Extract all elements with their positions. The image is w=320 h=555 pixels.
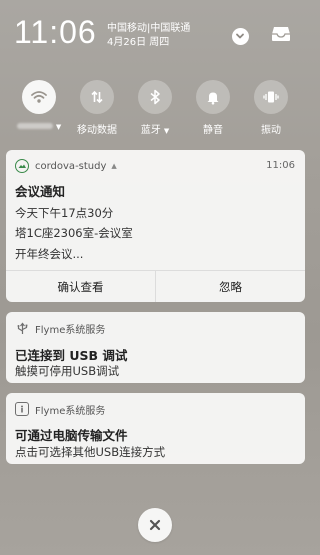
notification-title: 会议通知 [15, 184, 66, 199]
status-header: 11:06 中国移动|中国联通 4月26日 周四 [0, 0, 310, 75]
bell-icon [196, 80, 230, 114]
notification-line: 点击可选择其他USB连接方式 [15, 445, 166, 459]
notification-app-name: cordova-study [35, 160, 107, 172]
notification-time: 11:06 [266, 160, 295, 171]
carrier-names: 中国移动|中国联通 [107, 23, 191, 34]
date-label: 4月26日 周四 [107, 37, 170, 48]
notification-app-row: Flyme系统服务 [15, 321, 106, 336]
toggle-vibrate[interactable]: 振动 [241, 80, 301, 136]
ignore-button[interactable]: 忽略 [155, 271, 305, 302]
notification-app-row: Flyme系统服务 [15, 402, 106, 417]
app-logo-icon [15, 159, 29, 173]
carrier-info: 中国移动|中国联通 4月26日 周四 [107, 22, 190, 50]
notification-title: 已连接到 USB 调试 [15, 348, 128, 363]
notification-app-row: cordova-study ▲ [15, 159, 117, 173]
clock: 11:06 [14, 14, 97, 50]
mobile-data-icon [80, 80, 114, 114]
bluetooth-icon [138, 80, 172, 114]
toggle-vibrate-label: 振动 [261, 125, 281, 136]
toggle-bluetooth[interactable]: 蓝牙 ▼ [125, 80, 185, 136]
notification-line: 触摸可停用USB调试 [15, 364, 120, 378]
toggle-mobile-data[interactable]: 移动数据 [67, 80, 127, 136]
toggle-wifi[interactable]: ▼ [9, 80, 69, 132]
notification-title: 可通过电脑传输文件 [15, 428, 128, 443]
notification-actions: 确认查看 忽略 [6, 270, 305, 302]
notification-card-file-transfer[interactable]: Flyme系统服务 可通过电脑传输文件 点击可选择其他USB连接方式 [6, 393, 305, 464]
inbox-button[interactable] [268, 23, 294, 49]
notification-app-name: Flyme系统服务 [35, 405, 106, 417]
notification-line: 塔1C座2306室-会议室 [15, 226, 133, 240]
chevron-down-icon [231, 27, 249, 45]
notification-app-name: Flyme系统服务 [35, 324, 106, 336]
notification-card-meeting[interactable]: cordova-study ▲ 11:06 会议通知 今天下午17点30分 塔1… [6, 150, 305, 302]
clear-all-button[interactable] [138, 508, 172, 542]
info-icon [15, 402, 29, 416]
toggle-wifi-label: ▼ [9, 121, 69, 132]
toggle-bluetooth-label: 蓝牙 ▼ [140, 125, 170, 136]
usb-icon [15, 321, 29, 335]
toggle-mobile-data-label: 移动数据 [77, 125, 117, 136]
close-icon [149, 516, 161, 535]
inbox-tray-icon [271, 26, 291, 46]
notification-line: 开年终会议... [15, 247, 84, 261]
notification-card-usb-debug[interactable]: Flyme系统服务 已连接到 USB 调试 触摸可停用USB调试 [6, 312, 305, 383]
quick-toggles: ▼ 移动数据 蓝牙 ▼ 静音 振动 [0, 80, 310, 140]
toggle-silent[interactable]: 静音 [183, 80, 243, 136]
expand-caret-icon[interactable]: ▲ [111, 162, 116, 170]
expand-button[interactable] [227, 23, 253, 49]
toggle-silent-label: 静音 [203, 125, 223, 136]
notification-line: 今天下午17点30分 [15, 206, 114, 220]
wifi-icon [22, 80, 56, 114]
confirm-view-button[interactable]: 确认查看 [6, 271, 155, 302]
vibrate-icon [254, 80, 288, 114]
